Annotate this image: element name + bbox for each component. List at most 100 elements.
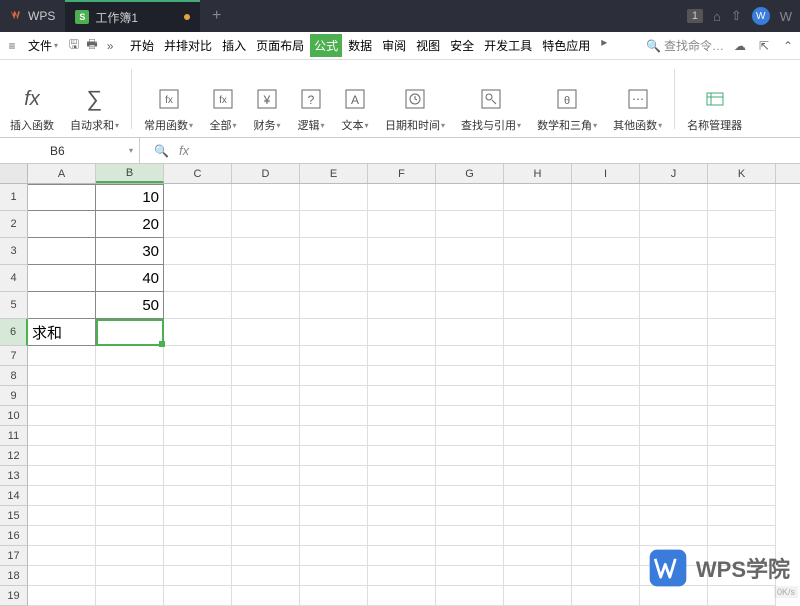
cell-H19[interactable] [504,586,572,606]
cell-K15[interactable] [708,506,776,526]
cell-E3[interactable] [300,238,368,265]
row-header-17[interactable]: 17 [0,546,28,566]
select-all-corner[interactable] [0,164,28,183]
row-header-6[interactable]: 6 [0,319,28,346]
cell-J11[interactable] [640,426,708,446]
cell-H3[interactable] [504,238,572,265]
autosum-button[interactable]: ∑ 自动求和▾ [66,64,123,133]
cell-E15[interactable] [300,506,368,526]
cell-H2[interactable] [504,211,572,238]
save-icon[interactable]: 🖫 [66,38,82,54]
cell-C16[interactable] [164,526,232,546]
formula-input[interactable] [199,144,786,158]
cell-C12[interactable] [164,446,232,466]
cell-H10[interactable] [504,406,572,426]
cell-A2[interactable] [28,211,96,238]
cell-K11[interactable] [708,426,776,446]
document-tab[interactable]: S 工作簿1 [65,0,200,32]
row-header-8[interactable]: 8 [0,366,28,386]
col-K[interactable]: K [708,164,776,183]
cell-B5[interactable]: 50 [96,292,164,319]
insert-function-button[interactable]: fx 插入函数 [6,64,58,133]
cell-H8[interactable] [504,366,572,386]
cell-E16[interactable] [300,526,368,546]
cell-J2[interactable] [640,211,708,238]
cell-A7[interactable] [28,346,96,366]
cell-H15[interactable] [504,506,572,526]
cell-I8[interactable] [572,366,640,386]
cell-G19[interactable] [436,586,504,606]
cell-K3[interactable] [708,238,776,265]
cell-C8[interactable] [164,366,232,386]
cell-B12[interactable] [96,446,164,466]
row-header-19[interactable]: 19 [0,586,28,606]
cell-A18[interactable] [28,566,96,586]
cell-G18[interactable] [436,566,504,586]
cell-B7[interactable] [96,346,164,366]
tab-devtools[interactable]: 开发工具 [480,34,536,57]
other-functions-button[interactable]: ⋯ 其他函数▾ [609,64,666,133]
cell-E12[interactable] [300,446,368,466]
cell-I1[interactable] [572,184,640,211]
cell-H12[interactable] [504,446,572,466]
col-C[interactable]: C [164,164,232,183]
cell-C6[interactable] [164,319,232,346]
cell-B1[interactable]: 10 [96,184,164,211]
cell-H7[interactable] [504,346,572,366]
cell-F1[interactable] [368,184,436,211]
cell-F5[interactable] [368,292,436,319]
cell-I17[interactable] [572,546,640,566]
share-icon[interactable]: ⇱ [756,38,772,54]
cell-B13[interactable] [96,466,164,486]
row-header-3[interactable]: 3 [0,238,28,265]
cell-I16[interactable] [572,526,640,546]
cell-I15[interactable] [572,506,640,526]
cell-I14[interactable] [572,486,640,506]
row-header-7[interactable]: 7 [0,346,28,366]
cell-D5[interactable] [232,292,300,319]
cell-K9[interactable] [708,386,776,406]
cell-I9[interactable] [572,386,640,406]
cell-C17[interactable] [164,546,232,566]
cell-H6[interactable] [504,319,572,346]
logical-button[interactable]: ? 逻辑▾ [293,64,329,133]
col-E[interactable]: E [300,164,368,183]
text-button[interactable]: A 文本▾ [337,64,373,133]
tab-view[interactable]: 视图 [412,34,444,57]
cell-F13[interactable] [368,466,436,486]
cell-D13[interactable] [232,466,300,486]
cell-J10[interactable] [640,406,708,426]
cell-E11[interactable] [300,426,368,446]
cell-E18[interactable] [300,566,368,586]
zoom-icon[interactable]: 🔍 [154,144,169,158]
cell-J9[interactable] [640,386,708,406]
cell-A6[interactable]: 求和 [28,319,96,346]
row-header-5[interactable]: 5 [0,292,28,319]
cell-G7[interactable] [436,346,504,366]
col-J[interactable]: J [640,164,708,183]
cell-A17[interactable] [28,546,96,566]
cell-J3[interactable] [640,238,708,265]
cell-G2[interactable] [436,211,504,238]
cell-F17[interactable] [368,546,436,566]
cell-B4[interactable]: 40 [96,265,164,292]
cell-D11[interactable] [232,426,300,446]
cell-D7[interactable] [232,346,300,366]
cell-G13[interactable] [436,466,504,486]
cell-B19[interactable] [96,586,164,606]
cell-F12[interactable] [368,446,436,466]
cell-J5[interactable] [640,292,708,319]
col-H[interactable]: H [504,164,572,183]
cell-A11[interactable] [28,426,96,446]
wps-home-tab[interactable]: WPS [0,0,65,32]
cell-C9[interactable] [164,386,232,406]
cell-I4[interactable] [572,265,640,292]
cell-F8[interactable] [368,366,436,386]
col-F[interactable]: F [368,164,436,183]
tab-formula[interactable]: 公式 [310,34,342,57]
cell-I12[interactable] [572,446,640,466]
cell-D12[interactable] [232,446,300,466]
cell-H16[interactable] [504,526,572,546]
gift-icon[interactable]: ⌂ [713,9,721,24]
cell-E14[interactable] [300,486,368,506]
